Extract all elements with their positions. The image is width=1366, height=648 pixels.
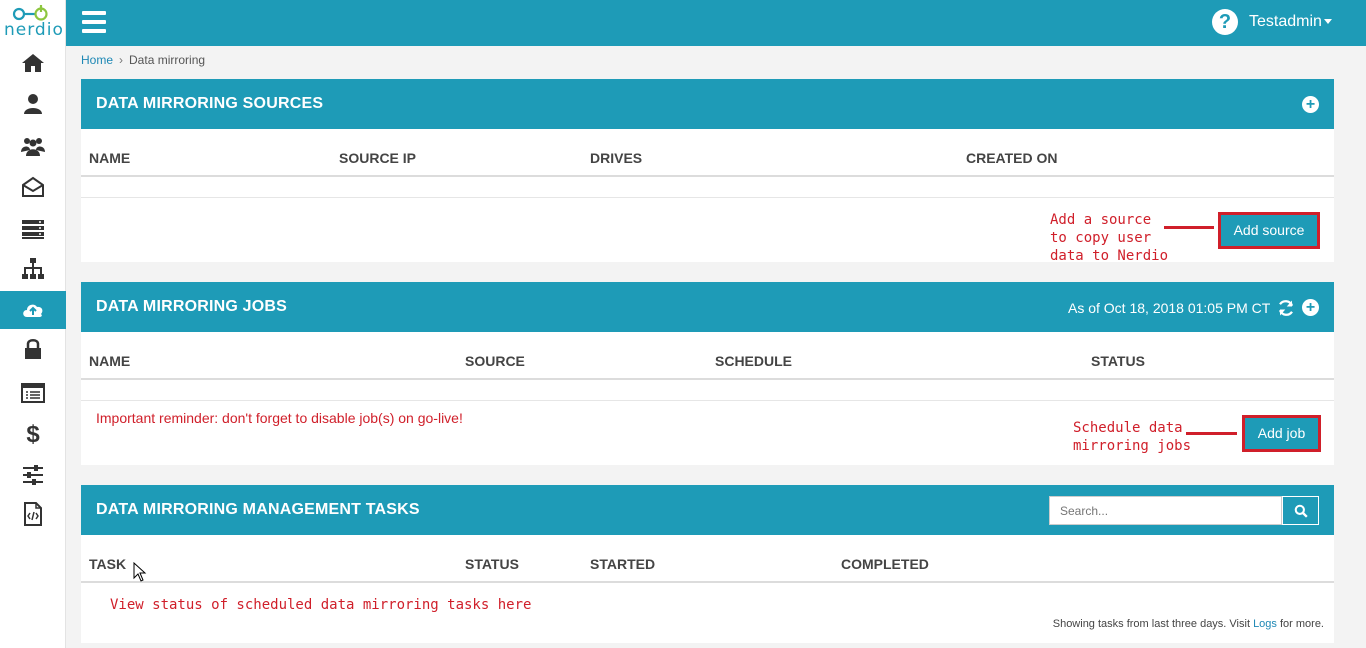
table-divider xyxy=(81,400,1334,401)
refresh-icon[interactable] xyxy=(1277,299,1295,317)
user-name: Testadmin xyxy=(1249,13,1322,30)
add-source-plus-icon[interactable]: + xyxy=(1302,96,1319,113)
tasks-footer-note: Showing tasks from last three days. Visi… xyxy=(1053,618,1324,630)
dollar-icon: $ xyxy=(26,421,40,445)
col-status[interactable]: STATUS xyxy=(1091,353,1145,369)
breadcrumb-current: Data mirroring xyxy=(129,53,206,67)
nav-mail[interactable] xyxy=(0,168,66,206)
list-icon xyxy=(21,383,45,403)
footer-text: Showing tasks from last three days. Visi… xyxy=(1052,618,1254,630)
col-schedule[interactable]: SCHEDULE xyxy=(715,353,792,369)
sources-panel-header: DATA MIRRORING SOURCES + xyxy=(81,79,1334,129)
sliders-icon xyxy=(23,465,43,485)
table-header-divider xyxy=(81,581,1334,583)
logo-text: nerdio xyxy=(4,20,64,40)
nav-billing[interactable]: $ xyxy=(0,414,66,452)
nav-list[interactable] xyxy=(0,374,66,412)
table-divider xyxy=(81,197,1334,198)
nav-scripts[interactable] xyxy=(0,495,66,533)
nav-servers[interactable] xyxy=(0,210,66,248)
search-input[interactable] xyxy=(1049,496,1282,525)
help-icon[interactable]: ? xyxy=(1212,9,1238,35)
sitemap-icon xyxy=(22,258,44,279)
jobs-timestamp: As of Oct 18, 2018 01:05 PM CT xyxy=(1068,300,1271,316)
col-status[interactable]: STATUS xyxy=(465,556,519,572)
tasks-annotation: View status of scheduled data mirroring … xyxy=(110,597,532,613)
scrollbar[interactable] xyxy=(1350,46,1366,648)
col-name[interactable]: NAME xyxy=(89,353,130,369)
col-started[interactable]: STARTED xyxy=(590,556,655,572)
col-source-ip[interactable]: SOURCE IP xyxy=(339,150,416,166)
add-job-plus-icon[interactable]: + xyxy=(1302,299,1319,316)
annotation-line-1: Add a source xyxy=(1050,212,1152,228)
search-icon xyxy=(1294,504,1308,518)
nav-home[interactable] xyxy=(0,44,66,82)
nav-network[interactable] xyxy=(0,250,66,288)
tasks-panel: DATA MIRRORING MANAGEMENT TASKS TASK STA… xyxy=(81,485,1334,643)
add-source-annotation: Add a source to copy user data to Nerdio xyxy=(1050,211,1168,265)
nav-settings[interactable] xyxy=(0,456,66,494)
code-file-icon xyxy=(24,502,42,526)
mouse-cursor-icon xyxy=(133,562,147,582)
users-group-icon xyxy=(21,138,45,156)
add-job-button[interactable]: Add job xyxy=(1242,415,1321,452)
lock-icon xyxy=(25,339,41,359)
nerdio-logo[interactable]: nerdio xyxy=(0,0,66,42)
col-created-on[interactable]: CREATED ON xyxy=(966,150,1058,166)
tasks-panel-header: DATA MIRRORING MANAGEMENT TASKS xyxy=(81,485,1334,535)
annotation-line-2: mirroring jobs xyxy=(1073,438,1192,454)
annotation-line-3: data to Nerdio xyxy=(1050,248,1169,264)
table-header-divider xyxy=(81,378,1334,380)
hamburger-menu-icon[interactable] xyxy=(82,11,106,33)
jobs-panel-header: DATA MIRRORING JOBS As of Oct 18, 2018 0… xyxy=(81,282,1334,332)
annotation-connector xyxy=(1186,432,1237,435)
nav-data-mirroring[interactable] xyxy=(0,291,66,329)
table-header-divider xyxy=(81,175,1334,177)
add-source-button[interactable]: Add source xyxy=(1218,212,1320,249)
mail-open-icon xyxy=(22,176,44,197)
sources-panel: DATA MIRRORING SOURCES + NAME SOURCE IP … xyxy=(81,79,1334,265)
jobs-panel: DATA MIRRORING JOBS As of Oct 18, 2018 0… xyxy=(81,282,1334,465)
sidebar: nerdio $ xyxy=(0,0,66,648)
col-source[interactable]: SOURCE xyxy=(465,353,525,369)
user-icon xyxy=(24,94,42,114)
annotation-connector xyxy=(1164,226,1214,229)
breadcrumb: Home › Data mirroring xyxy=(81,53,205,67)
nav-security[interactable] xyxy=(0,330,66,368)
user-menu[interactable]: Testadmin xyxy=(1249,13,1332,31)
footer-text-end: for more. xyxy=(1276,618,1324,630)
nav-groups[interactable] xyxy=(0,127,66,165)
cloud-upload-icon xyxy=(23,304,43,317)
server-icon xyxy=(22,220,44,239)
tasks-panel-title: DATA MIRRORING MANAGEMENT TASKS xyxy=(96,501,420,518)
top-navbar: ? Testadmin xyxy=(66,0,1366,46)
jobs-panel-title: DATA MIRRORING JOBS xyxy=(96,298,288,315)
caret-down-icon xyxy=(1323,19,1332,25)
sources-panel-title: DATA MIRRORING SOURCES xyxy=(96,95,324,112)
search-button[interactable] xyxy=(1282,496,1319,525)
annotation-line-2: to copy user xyxy=(1050,230,1152,246)
nav-user[interactable] xyxy=(0,85,66,123)
col-task[interactable]: TASK xyxy=(89,556,126,572)
col-completed[interactable]: COMPLETED xyxy=(841,556,929,572)
breadcrumb-separator: › xyxy=(119,53,124,67)
breadcrumb-home-link[interactable]: Home xyxy=(81,53,113,67)
logs-link[interactable]: Logs xyxy=(1253,618,1277,630)
go-live-reminder: Important reminder: don't forget to disa… xyxy=(96,410,463,426)
home-icon xyxy=(22,54,44,72)
svg-text:$: $ xyxy=(26,421,40,445)
add-job-annotation: Schedule data mirroring jobs xyxy=(1073,419,1191,455)
col-name[interactable]: NAME xyxy=(89,150,130,166)
col-drives[interactable]: DRIVES xyxy=(590,150,642,166)
annotation-line-1: Schedule data xyxy=(1073,420,1183,436)
